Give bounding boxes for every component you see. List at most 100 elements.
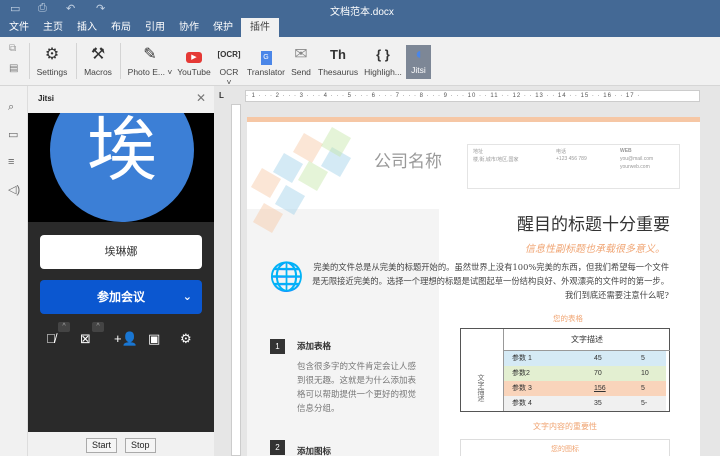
- table-row: 参数 3 156 5: [503, 381, 666, 396]
- prejoin-area: 埃琳娜 参加会议 ⌄ 🎙̸ ^ ⊠ ^ +👤 ▣ ⚙: [28, 222, 214, 432]
- translator-label: Translator: [247, 67, 285, 77]
- print-icon[interactable]: ⎙: [38, 2, 47, 15]
- jitsi-button[interactable]: ◖ Jitsi: [406, 45, 431, 79]
- save-icon[interactable]: ▭: [10, 2, 20, 15]
- avatar: 埃: [50, 113, 194, 222]
- hexagon-decoration: [292, 132, 324, 164]
- photo-editor-button[interactable]: ✎ Photo E... ˅: [126, 43, 174, 77]
- settings-button[interactable]: ⚙ Settings: [36, 43, 68, 77]
- cell: 35: [594, 400, 602, 407]
- redo-icon[interactable]: ↷: [96, 2, 105, 15]
- highlight-label: Highligh...: [364, 67, 402, 77]
- send-button[interactable]: ✉ Send: [289, 43, 313, 77]
- cell: 5: [641, 385, 645, 392]
- tab-stop-selector[interactable]: L: [219, 91, 224, 100]
- mic-off-icon[interactable]: 🎙̸: [46, 331, 56, 346]
- phone-value: +123 456 789: [556, 156, 587, 162]
- web-value: yourweb.com: [620, 164, 650, 170]
- headings-icon[interactable]: ≡: [8, 156, 14, 168]
- search-icon[interactable]: ⌕: [8, 101, 14, 114]
- comment-icon[interactable]: ▭: [8, 128, 18, 141]
- chevron-down-icon[interactable]: ⌄: [183, 280, 192, 314]
- camera-off-icon[interactable]: ⊠: [80, 331, 91, 347]
- company-name: 公司名称: [374, 152, 442, 172]
- tab-home[interactable]: 主页: [38, 18, 68, 37]
- ocr-icon: [OCR]: [217, 50, 241, 59]
- tab-protect[interactable]: 保护: [208, 18, 238, 37]
- photo-edit-icon: ✎: [143, 46, 157, 63]
- section-text: 包含很多字的文件肯定会让人感到很无趣。这就是为什么添加表格可以帮助提供一个更好的…: [297, 362, 417, 414]
- ocr-button[interactable]: [OCR] OCR ˅: [216, 43, 242, 87]
- cell: 参数 3: [512, 385, 532, 392]
- join-meeting-button[interactable]: 参加会议 ⌄: [40, 280, 202, 314]
- thesaurus-icon: Th: [330, 47, 346, 62]
- puzzle-icon: ⚙: [44, 46, 60, 63]
- youtube-button[interactable]: ▶ YouTube: [177, 43, 211, 77]
- document-page[interactable]: 公司名称 地址 楼,街,城市/地区,国家 电话 +123 456 789 WEB…: [247, 117, 700, 456]
- settings-label: Settings: [36, 67, 68, 77]
- address-label: 地址: [473, 149, 484, 155]
- highlight-code-button[interactable]: { } Highligh...: [362, 43, 404, 77]
- youtube-label: YouTube: [177, 67, 211, 77]
- undo-icon[interactable]: ↶: [66, 2, 75, 15]
- close-icon[interactable]: ✕: [196, 91, 206, 105]
- copy-icon[interactable]: ⧉: [9, 43, 16, 54]
- tab-file[interactable]: 文件: [4, 18, 34, 37]
- display-name-input[interactable]: 埃琳娜: [40, 235, 202, 269]
- tab-plugins[interactable]: 插件: [241, 18, 279, 37]
- photo-editor-label: Photo E...: [127, 67, 165, 77]
- section-number: 2: [270, 440, 285, 455]
- start-button[interactable]: Start: [86, 438, 118, 453]
- gear-icon[interactable]: ⚙: [180, 331, 192, 347]
- tab-collaborate[interactable]: 协作: [174, 18, 204, 37]
- separator: [29, 43, 30, 79]
- speaker-icon[interactable]: ◁): [8, 183, 20, 196]
- left-sidebar: ⌕ ▭ ≡ ◁): [0, 86, 28, 456]
- title-bar: ▭ ⎙ ↶ ↷ 文档范本.docx: [0, 0, 720, 18]
- macros-button[interactable]: ⚒ Macros: [82, 43, 114, 77]
- ocr-label: OCR: [219, 67, 239, 77]
- tab-references[interactable]: 引用: [140, 18, 170, 37]
- invite-icon[interactable]: +👤: [114, 331, 138, 347]
- table-side-label: 文字描述: [477, 374, 484, 402]
- cell: 5-: [641, 400, 648, 407]
- cell: 10: [641, 370, 649, 377]
- cell: 156: [594, 385, 606, 392]
- table-header: 文字描述: [503, 329, 670, 351]
- headline: 醒目的标题十分重要: [517, 215, 670, 235]
- paste-icon[interactable]: ▤: [9, 63, 18, 74]
- chart-caption: 您的图标: [551, 446, 579, 453]
- address-value: 楼,街,城市/地区,国家: [473, 157, 519, 163]
- body-paragraph: 完美的文件总是从完美的标题开始的。虽然世界上没有100%完美的东西，但我们希望每…: [312, 262, 669, 300]
- menu-bar: 文件 主页 插入 布局 引用 协作 保护 插件: [0, 18, 720, 37]
- phone-label: 电话: [556, 149, 567, 155]
- macros-label: Macros: [84, 67, 112, 77]
- cell: 70: [594, 370, 602, 377]
- vertical-ruler[interactable]: [231, 104, 241, 456]
- stop-button[interactable]: Stop: [125, 438, 156, 453]
- table-row: 参数2 70 10: [503, 366, 666, 381]
- header-stripe: [247, 117, 700, 122]
- separator: [76, 43, 77, 79]
- cell: 参数 4: [512, 400, 532, 407]
- camera-options-caret[interactable]: ^: [92, 322, 104, 332]
- sidebar-block: [247, 209, 439, 456]
- tab-insert[interactable]: 插入: [72, 18, 102, 37]
- mic-options-caret[interactable]: ^: [58, 322, 70, 332]
- background-icon[interactable]: ▣: [148, 331, 160, 347]
- join-label: 参加会议: [96, 290, 145, 304]
- horizontal-ruler[interactable]: · 1 · · · 2 · · · 3 · · · 4 · · · 5 · · …: [245, 90, 700, 102]
- translate-icon: G: [247, 43, 285, 67]
- envelope-icon: ✉: [294, 46, 308, 63]
- thesaurus-button[interactable]: Th Thesaurus: [318, 43, 358, 77]
- separator: [120, 43, 121, 79]
- tab-layout[interactable]: 布局: [106, 18, 136, 37]
- table-row: 参数 1 45 5: [503, 351, 666, 366]
- translator-button[interactable]: G Translator: [247, 43, 285, 77]
- cell: 参数2: [512, 370, 530, 377]
- jitsi-icon: ◖: [413, 46, 424, 63]
- data-table[interactable]: 文字描述 文字描述 参数 1 45 5 参数2 70 10 参数 3 156 5 参数 4 3…: [460, 328, 670, 412]
- panel-title: Jitsi: [38, 94, 55, 103]
- caption: 文字内容的重要性: [533, 422, 597, 431]
- hexagon-decoration: [320, 126, 352, 158]
